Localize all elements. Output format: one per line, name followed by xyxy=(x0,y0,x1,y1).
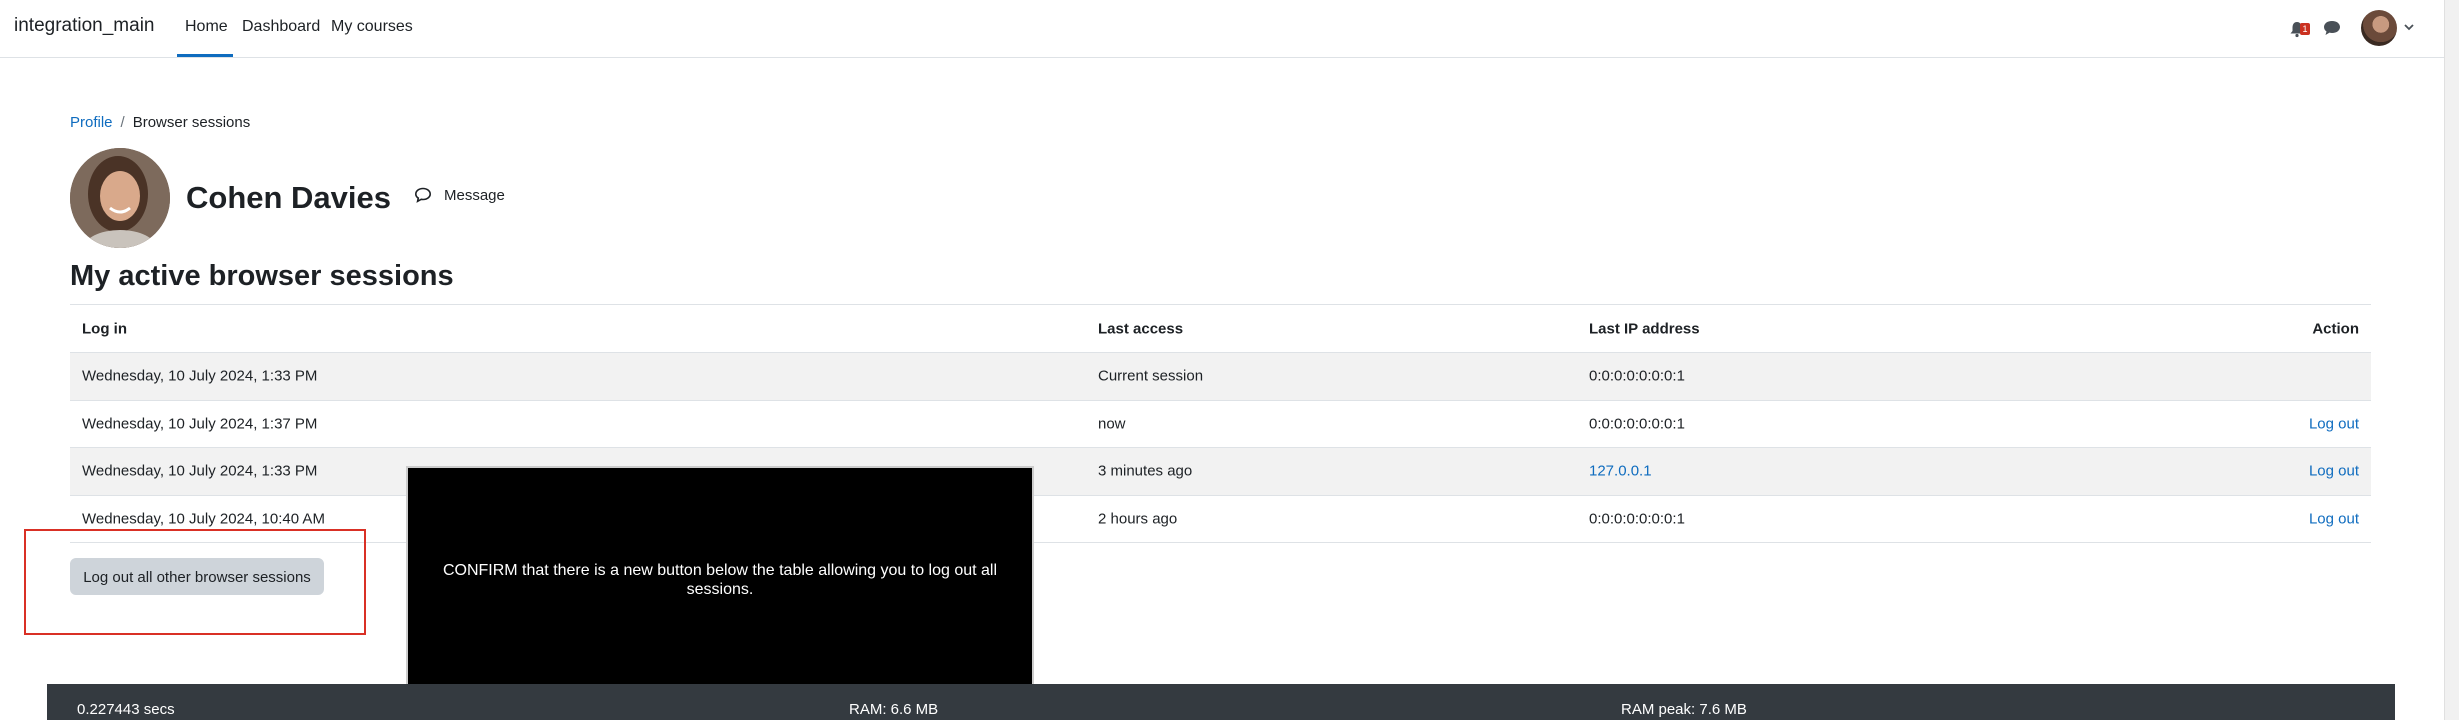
logout-session-link[interactable]: Log out xyxy=(2309,510,2359,527)
active-nav-indicator xyxy=(177,54,233,57)
row-last-access: 2 hours ago xyxy=(1098,510,1178,528)
message-button[interactable]: Message xyxy=(444,187,505,204)
header-last-access: Last access xyxy=(1098,320,1184,337)
profile-avatar[interactable] xyxy=(70,148,170,248)
top-navbar: integration_main Home Dashboard My cours… xyxy=(0,0,2444,58)
row-last-access: now xyxy=(1098,415,1126,433)
footer-ram: RAM: 6.6 MB xyxy=(849,701,939,718)
row-ip: 0:0:0:0:0:0:0:1 xyxy=(1589,367,1685,385)
logout-all-sessions-button[interactable]: Log out all other browser sessions xyxy=(70,558,324,595)
chevron-down-icon[interactable] xyxy=(2403,22,2415,32)
row-ip-link[interactable]: 127.0.0.1 xyxy=(1589,463,1652,480)
breadcrumb-current: Browser sessions xyxy=(132,114,251,131)
instruction-overlay: CONFIRM that there is a new button below… xyxy=(406,466,1034,694)
site-brand[interactable]: integration_main xyxy=(14,15,154,37)
page-footer: 0.227443 secs RAM: 6.6 MB RAM peak: 7.6 … xyxy=(47,684,2395,720)
footer-time: 0.227443 secs xyxy=(77,701,175,718)
row-login: Wednesday, 10 July 2024, 1:33 PM xyxy=(82,462,318,480)
breadcrumb-separator: / xyxy=(120,114,125,131)
logout-session-link[interactable]: Log out xyxy=(2309,415,2359,432)
notification-badge: 1 xyxy=(2300,23,2310,35)
nav-home[interactable]: Home xyxy=(185,18,228,36)
page-title: My active browser sessions xyxy=(70,260,454,292)
nav-dashboard[interactable]: Dashboard xyxy=(242,18,320,36)
row-ip: 0:0:0:0:0:0:0:1 xyxy=(1589,510,1685,528)
overlay-text: CONFIRM that there is a new button below… xyxy=(442,562,998,598)
row-last-access: Current session xyxy=(1098,367,1204,385)
breadcrumb-profile[interactable]: Profile xyxy=(70,114,113,131)
table-header-row: Log in Last access Last IP address Actio… xyxy=(70,305,2371,353)
table-row: Wednesday, 10 July 2024, 1:33 PM Current… xyxy=(70,353,2371,401)
nav-my-courses[interactable]: My courses xyxy=(331,18,413,36)
message-icon[interactable] xyxy=(414,187,432,203)
table-row: Wednesday, 10 July 2024, 1:37 PM now 0:0… xyxy=(70,401,2371,448)
header-action: Action xyxy=(2312,320,2359,337)
page-scrollbar[interactable] xyxy=(2444,0,2459,720)
row-login: Wednesday, 10 July 2024, 10:40 AM xyxy=(82,510,325,528)
header-last-ip: Last IP address xyxy=(1589,320,1700,337)
header-log-in: Log in xyxy=(82,320,127,337)
row-last-access: 3 minutes ago xyxy=(1098,462,1193,480)
logout-session-link[interactable]: Log out xyxy=(2309,463,2359,480)
row-login: Wednesday, 10 July 2024, 1:37 PM xyxy=(82,415,318,433)
footer-ram-peak: RAM peak: 7.6 MB xyxy=(1621,701,1747,718)
row-login: Wednesday, 10 July 2024, 1:33 PM xyxy=(82,367,318,385)
breadcrumb: Profile / Browser sessions xyxy=(70,114,250,131)
chat-icon[interactable] xyxy=(2322,19,2342,37)
user-avatar[interactable] xyxy=(2361,10,2397,46)
profile-name: Cohen Davies xyxy=(186,180,392,215)
row-ip: 0:0:0:0:0:0:0:1 xyxy=(1589,415,1685,433)
